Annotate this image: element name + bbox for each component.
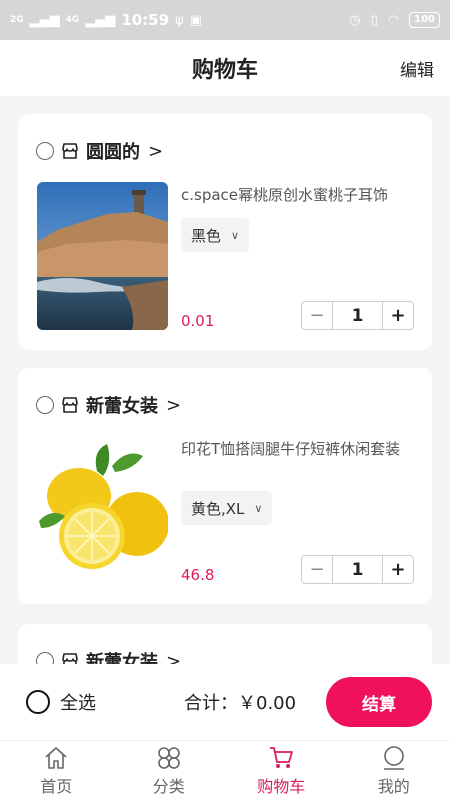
product-name[interactable]: 印花T恤搭阔腿牛仔短裤休闲套装 [181, 438, 411, 460]
bottom-tab-bar: 首页 分类 购物车 我的 [0, 740, 450, 800]
lemons-photo [39, 444, 168, 569]
wifi-icon: ◠ [387, 12, 400, 28]
decrease-button[interactable]: − [302, 302, 333, 329]
status-bar: 2G ▂▄▆ 4G ▂▄▆ 10:59 ψ ▣ ◷ ▯ ◠ 100 [0, 0, 450, 40]
quantity-stepper: − 1 + [301, 555, 414, 584]
signal-bars-icon: ▂▄▆ [85, 12, 116, 28]
tab-label: 首页 [40, 776, 73, 796]
shop-select-checkbox[interactable] [36, 142, 54, 160]
shop-name: 新蕾女装 [86, 396, 158, 417]
select-all-toggle[interactable]: 全选 [26, 689, 96, 715]
increase-button[interactable]: + [382, 302, 413, 329]
tab-cart[interactable]: 购物车 [225, 741, 338, 800]
spec-value: 黑色 [191, 226, 222, 245]
store-icon [62, 143, 78, 159]
category-icon [157, 746, 180, 769]
store-icon [62, 397, 78, 413]
vibrate-icon: ▯ [370, 12, 378, 28]
tab-category[interactable]: 分类 [113, 741, 226, 800]
product-price: 46.8 [181, 566, 215, 584]
tab-home[interactable]: 首页 [0, 741, 113, 800]
user-icon [383, 745, 404, 770]
tab-profile[interactable]: 我的 [338, 741, 450, 800]
select-all-checkbox[interactable] [26, 690, 50, 714]
spec-value: 黄色,XL [191, 499, 245, 518]
product-price: 0.01 [181, 312, 215, 330]
page-title: 购物车 [191, 58, 258, 83]
tab-label: 分类 [152, 776, 185, 796]
home-icon [45, 746, 67, 769]
signal-2g: 2G [10, 15, 24, 25]
quantity-stepper: − 1 + [301, 301, 414, 330]
spec-selector[interactable]: 黑色 ∨ [181, 218, 250, 252]
chevron-right-icon: > [148, 140, 164, 162]
coastal-lighthouse-photo [37, 182, 168, 330]
product-image[interactable] [37, 182, 168, 330]
signal-bars-icon: ▂▄▆ [29, 12, 60, 28]
quantity-value[interactable]: 1 [333, 302, 382, 329]
shop-header[interactable]: 圆圆的 > [36, 138, 163, 164]
page-header: 购物车 编辑 [0, 40, 450, 96]
shop-card: 圆圆的 > c.space幂桃原创水蜜桃子耳饰 黑色 ∨ 0.01 − 1 + [18, 114, 432, 350]
alarm-icon: ◷ [349, 12, 361, 28]
cart-icon [270, 746, 294, 768]
checkout-bar: 全选 合计：￥0.00 结算 [0, 664, 450, 740]
chevron-down-icon: ∨ [231, 228, 240, 242]
select-all-label: 全选 [60, 693, 96, 714]
checkout-button[interactable]: 结算 [326, 677, 432, 727]
product-name[interactable]: c.space幂桃原创水蜜桃子耳饰 [181, 184, 411, 206]
notification-icon: ▣ [189, 12, 202, 28]
shop-name: 圆圆的 [86, 142, 140, 163]
clock: 10:59 [121, 11, 170, 29]
spec-selector[interactable]: 黄色,XL ∨ [181, 491, 273, 525]
increase-button[interactable]: + [382, 556, 413, 583]
shop-select-checkbox[interactable] [36, 396, 54, 414]
signal-4g: 4G [65, 15, 80, 25]
battery-icon: 100 [409, 12, 440, 28]
total-amount: 合计：￥0.00 [184, 693, 297, 714]
edit-button[interactable]: 编辑 [400, 56, 434, 81]
shop-header[interactable]: 新蕾女装 > [36, 392, 181, 418]
chevron-down-icon: ∨ [254, 501, 263, 515]
chevron-right-icon: > [166, 394, 182, 416]
decrease-button[interactable]: − [302, 556, 333, 583]
shop-card: 新蕾女装 > 印花T恤搭阔腿牛仔短裤休闲套装 黄色,XL ∨ 46.8 − 1 [18, 368, 432, 604]
tab-label: 我的 [377, 776, 410, 796]
quantity-value[interactable]: 1 [333, 556, 382, 583]
product-image[interactable] [37, 436, 168, 584]
tab-label: 购物车 [257, 776, 306, 796]
usb-icon: ψ [175, 12, 184, 28]
